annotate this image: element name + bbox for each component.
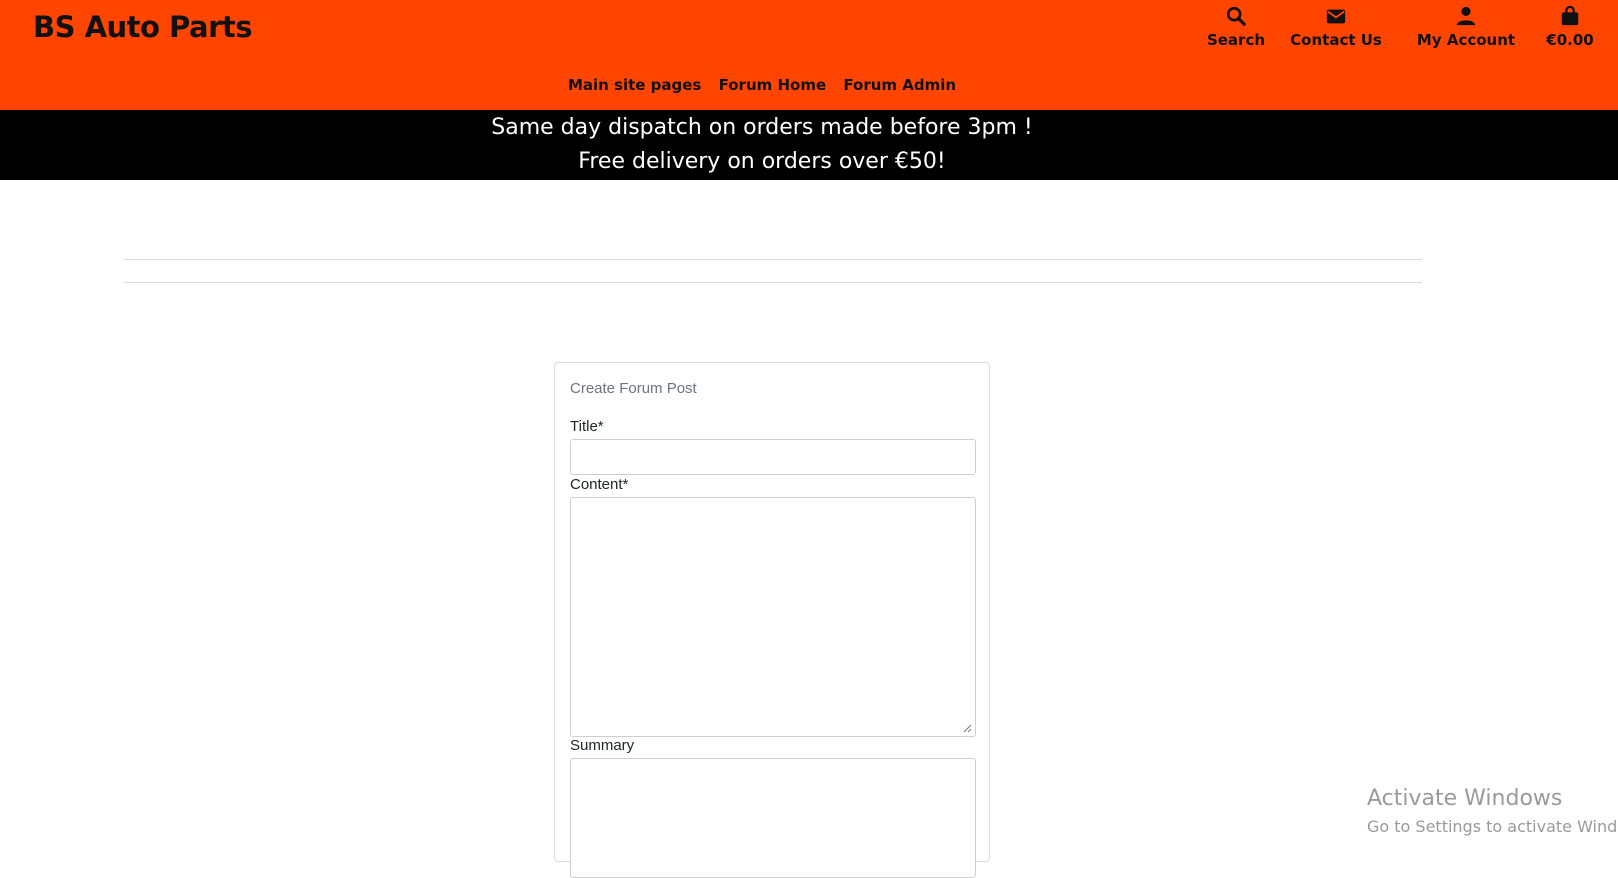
watermark-subtitle: Go to Settings to activate Windows. xyxy=(1367,817,1618,836)
title-input[interactable] xyxy=(570,439,976,475)
site-logo[interactable]: BS Auto Parts xyxy=(33,10,253,44)
my-account-link[interactable]: My Account xyxy=(1411,5,1521,49)
windows-activation-watermark: Activate Windows Go to Settings to activ… xyxy=(1367,786,1618,836)
search-icon xyxy=(1226,6,1246,26)
contact-us-label: Contact Us xyxy=(1290,31,1382,49)
user-icon xyxy=(1456,6,1476,26)
site-header: BS Auto Parts Search Contact Us My Accou… xyxy=(0,0,1618,110)
form-title: Create Forum Post xyxy=(570,380,697,397)
create-post-form: Create Forum Post Title* Content* Summar… xyxy=(554,362,990,878)
search-label: Search xyxy=(1206,31,1266,49)
promo-line-dispatch: Same day dispatch on orders made before … xyxy=(491,115,1033,140)
envelope-icon xyxy=(1326,9,1346,24)
divider-top xyxy=(124,259,1422,260)
cart-total: €0.00 xyxy=(1546,31,1594,49)
summary-label: Summary xyxy=(570,737,635,754)
content-textarea[interactable] xyxy=(570,497,976,737)
nav-forum-admin[interactable]: Forum Admin xyxy=(843,76,956,94)
contact-us-link[interactable]: Contact Us xyxy=(1286,5,1386,49)
watermark-title: Activate Windows xyxy=(1367,786,1563,811)
nav-forum-home[interactable]: Forum Home xyxy=(719,76,827,94)
promo-line-delivery: Free delivery on orders over €50! xyxy=(578,149,946,174)
shopping-bag-icon xyxy=(1561,5,1579,26)
resize-handle-icon[interactable] xyxy=(962,723,972,733)
summary-textarea[interactable] xyxy=(570,758,976,878)
content-label: Content* xyxy=(570,476,629,493)
nav-main-site-pages[interactable]: Main site pages xyxy=(568,76,701,94)
search-link[interactable]: Search xyxy=(1196,5,1276,49)
forum-nav: Main site pages Forum Home Forum Admin xyxy=(0,76,1524,94)
my-account-label: My Account xyxy=(1416,31,1516,49)
title-label: Title* xyxy=(570,418,604,435)
cart-link[interactable]: €0.00 xyxy=(1540,5,1600,49)
divider-bottom xyxy=(124,282,1422,283)
promo-banner: Same day dispatch on orders made before … xyxy=(0,110,1618,180)
